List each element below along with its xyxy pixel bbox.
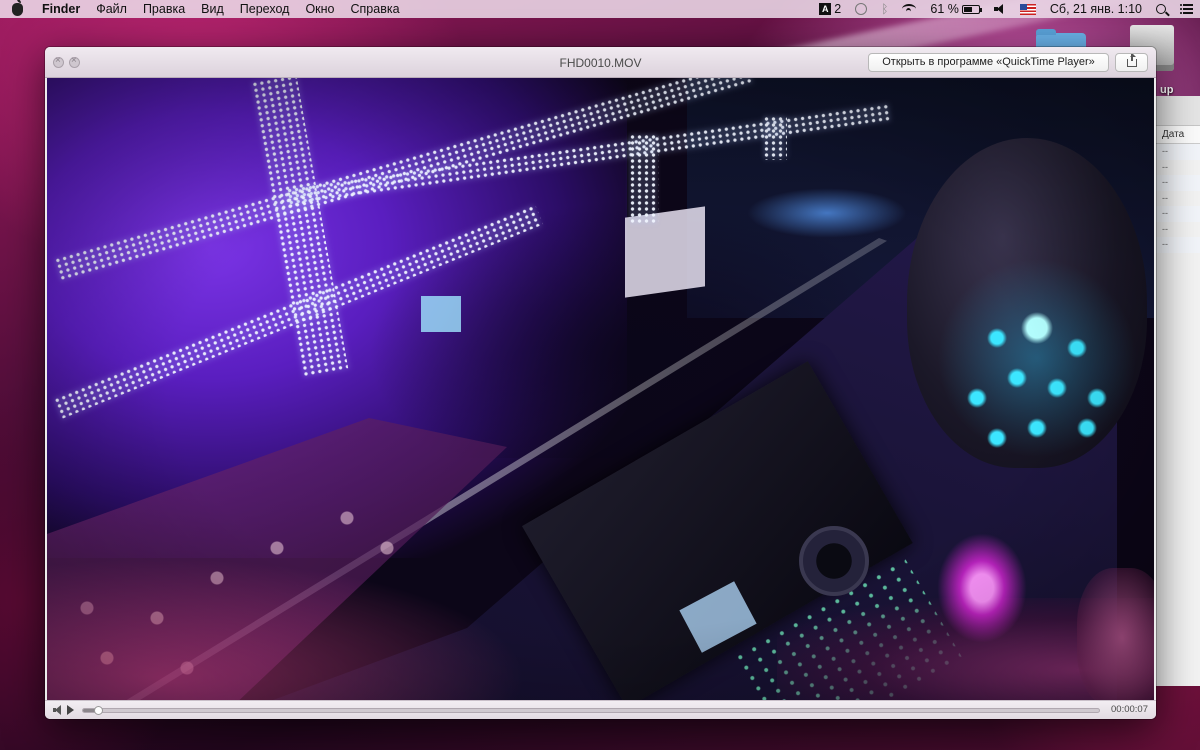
volume-icon [993, 4, 1006, 14]
finder-row[interactable]: -- [1156, 191, 1200, 207]
wifi-icon [902, 4, 917, 14]
quicklook-video-window: FHD0010.MOV Открыть в программе «QuickTi… [45, 47, 1156, 719]
menu-window[interactable]: Окно [297, 0, 342, 18]
volume-icon[interactable] [53, 705, 63, 715]
menu-go[interactable]: Переход [232, 0, 298, 18]
notification-list-icon [1180, 4, 1193, 14]
menu-bar: Finder Файл Правка Вид Переход Окно Спра… [0, 0, 1200, 18]
time-machine-icon [855, 3, 868, 15]
finder-row[interactable]: -- [1156, 237, 1200, 253]
playback-scrubber[interactable] [82, 706, 1100, 715]
video-frame[interactable] [47, 78, 1154, 700]
adobe-status-item[interactable]: A 2 [812, 0, 848, 18]
share-button[interactable] [1115, 53, 1148, 72]
bluetooth-status-item[interactable]: ᛒ [874, 0, 895, 18]
us-flag-icon [1019, 3, 1036, 15]
finder-toolbar [1156, 96, 1200, 126]
time-remaining: 00:00:07 [1111, 704, 1148, 715]
finder-row[interactable]: -- [1156, 222, 1200, 238]
menu-edit[interactable]: Правка [135, 0, 193, 18]
scrubber-knob[interactable] [94, 706, 104, 715]
search-icon [1156, 4, 1166, 14]
share-icon [1127, 54, 1137, 67]
battery-percent: 61 % [930, 2, 959, 16]
play-icon[interactable] [67, 705, 74, 715]
clock-status-item[interactable]: Сб, 21 янв. 1:10 [1043, 0, 1149, 18]
menu-app-finder[interactable]: Finder [34, 0, 88, 18]
menu-bar-status-area: A 2 ᛒ 61 % Сб, 21 янв. 1:10 [812, 0, 1200, 18]
menu-help[interactable]: Справка [343, 0, 408, 18]
open-in-quicktime-button[interactable]: Открыть в программе «QuickTime Player» [868, 53, 1109, 72]
battery-icon [961, 4, 982, 14]
finder-row[interactable]: -- [1156, 144, 1200, 160]
adobe-icon: A [819, 3, 832, 15]
spotlight-button[interactable] [1149, 4, 1173, 14]
finder-column-header-date[interactable]: Дата [1156, 126, 1200, 144]
adobe-count: 2 [834, 2, 842, 16]
window-titlebar[interactable]: FHD0010.MOV Открыть в программе «QuickTi… [45, 47, 1156, 78]
notification-center-button[interactable] [1173, 4, 1200, 14]
battery-status-item[interactable]: 61 % [923, 0, 987, 18]
apple-icon [11, 0, 23, 16]
desktop-drive-label[interactable]: up [1160, 84, 1173, 96]
video-vignette [47, 78, 1154, 700]
finder-row[interactable]: -- [1156, 160, 1200, 176]
bluetooth-icon: ᛒ [881, 2, 889, 16]
menu-file[interactable]: Файл [88, 0, 135, 18]
menu-view[interactable]: Вид [193, 0, 232, 18]
finder-row[interactable]: -- [1156, 175, 1200, 191]
time-machine-status-item[interactable] [848, 3, 874, 15]
playback-controls: 00:00:07 [45, 700, 1156, 719]
wifi-status-item[interactable] [895, 4, 923, 14]
finder-row[interactable]: -- [1156, 206, 1200, 222]
battery-fill [963, 6, 973, 12]
input-source-status-item[interactable] [1013, 3, 1043, 15]
volume-status-item[interactable] [987, 4, 1013, 14]
apple-menu[interactable] [0, 0, 34, 17]
finder-window-background[interactable]: Дата -- -- -- -- -- -- -- [1155, 96, 1200, 686]
